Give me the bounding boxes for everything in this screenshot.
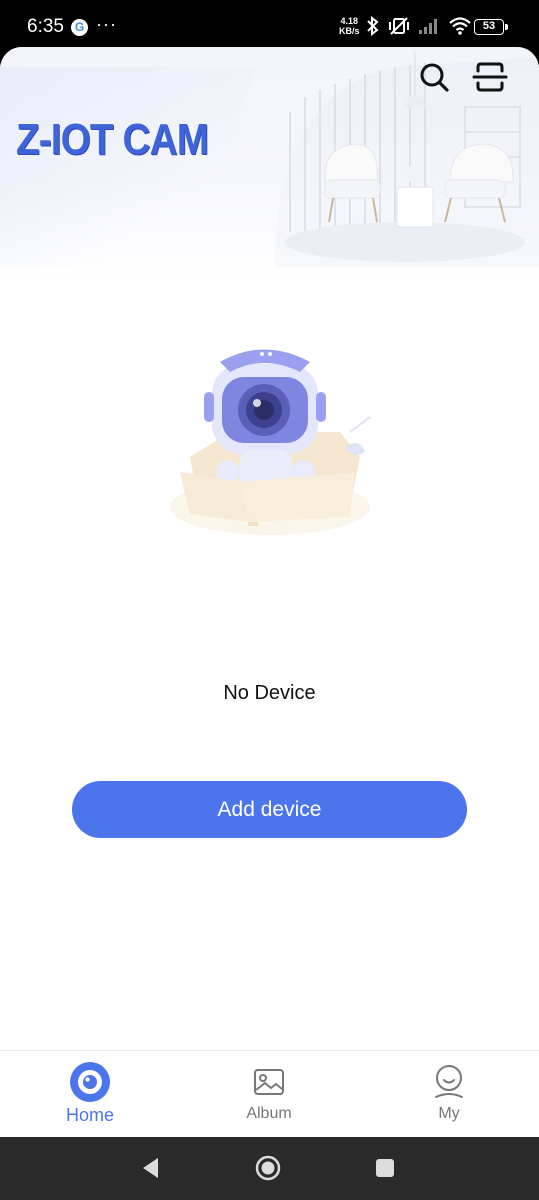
- bluetooth-icon: [367, 16, 379, 36]
- home-camera-icon: [70, 1062, 110, 1102]
- status-icons: [366, 16, 472, 36]
- home-system-icon[interactable]: [255, 1155, 281, 1181]
- scan-button[interactable]: [472, 59, 508, 95]
- nav-label-home: Home: [65, 1105, 114, 1125]
- nav-item-album[interactable]: Album: [209, 1061, 329, 1123]
- nav-label-my: My: [438, 1105, 460, 1122]
- system-navigation-bar: [0, 1137, 539, 1200]
- app-screen: Z-IOT CAM No Device Add device Home Albu…: [0, 47, 539, 1137]
- wifi-icon: [449, 17, 471, 35]
- network-speed-value: 4.18: [340, 16, 359, 26]
- network-speed-unit: KB/s: [339, 26, 360, 36]
- status-time: 6:35: [27, 16, 64, 37]
- search-icon: [420, 63, 449, 92]
- signal-icon: [419, 19, 437, 34]
- search-button[interactable]: [416, 59, 452, 95]
- nav-item-home[interactable]: Home: [30, 1061, 150, 1126]
- nav-label-album: Album: [246, 1105, 292, 1122]
- empty-state-message: No Device: [223, 682, 316, 704]
- header-banner: Z-IOT CAM: [0, 47, 539, 287]
- scan-icon: [472, 62, 508, 92]
- more-notifications-icon: ···: [96, 14, 117, 34]
- vibrate-off-icon: [389, 17, 409, 35]
- banner-decoration: [0, 67, 257, 267]
- app-logo: Z-IOT CAM: [16, 115, 209, 164]
- profile-icon: [435, 1065, 463, 1098]
- google-icon: G: [71, 19, 88, 36]
- status-bar: 6:35 G ··· 4.18 KB/s 53: [0, 0, 539, 48]
- battery-indicator: 53: [474, 19, 508, 35]
- network-speed: 4.18 KB/s: [339, 16, 360, 36]
- recents-icon[interactable]: [374, 1155, 396, 1181]
- nav-item-my[interactable]: My: [389, 1061, 509, 1123]
- back-icon[interactable]: [140, 1155, 162, 1181]
- empty-robot-illustration: [170, 349, 371, 535]
- bottom-navigation: Home Album My: [0, 1050, 539, 1137]
- album-icon: [254, 1069, 284, 1095]
- add-device-button[interactable]: Add device: [72, 781, 467, 838]
